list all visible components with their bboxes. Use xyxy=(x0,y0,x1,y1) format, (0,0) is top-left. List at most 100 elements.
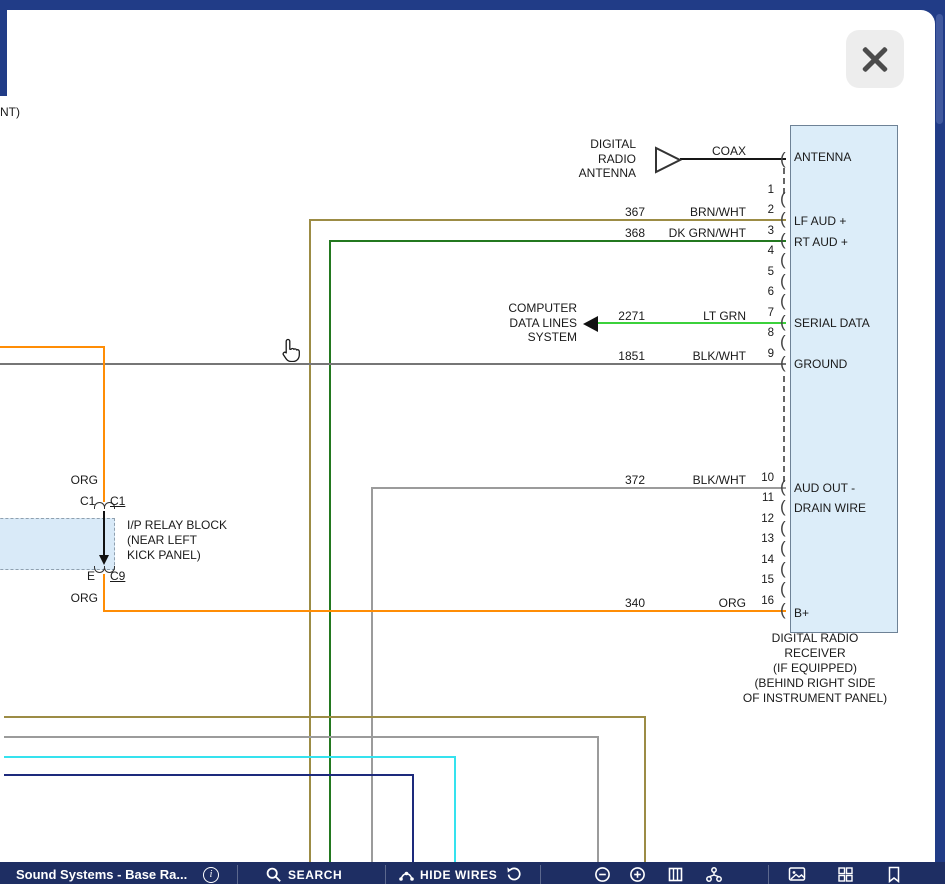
pin-socket-icon: ( xyxy=(780,497,786,517)
wire-367-number: 367 xyxy=(600,205,645,219)
pin-number: 10 xyxy=(754,472,774,484)
wire-1851-number: 1851 xyxy=(600,349,645,363)
pin-number: 2 xyxy=(754,204,774,216)
wire-coax-label: COAX xyxy=(700,144,746,158)
toolbar-divider xyxy=(768,865,769,884)
digital-radio-receiver-block xyxy=(790,125,898,633)
pin-socket-icon: ( xyxy=(780,312,786,332)
connector-continuation-dash xyxy=(783,376,785,482)
wire-gray-lower-vertical[interactable] xyxy=(597,736,599,862)
pin-number: 11 xyxy=(754,492,774,504)
c1-connector-link[interactable]: C1 xyxy=(110,494,125,508)
pin-number: 4 xyxy=(754,245,774,257)
relay-internal-wire xyxy=(103,511,105,556)
wire-367-code: BRN/WHT xyxy=(680,205,746,219)
wire-367-brn-wht-vertical[interactable] xyxy=(309,219,311,862)
wire-tan-lower[interactable] xyxy=(4,716,646,718)
pin-label-antenna: ANTENNA xyxy=(794,150,851,164)
layers-icon[interactable] xyxy=(837,866,854,883)
wire-gray-lower[interactable] xyxy=(4,736,599,738)
wire-372-blk-wht[interactable] xyxy=(371,487,786,489)
pin-socket-icon: ( xyxy=(780,209,786,229)
hide-wires-icon[interactable] xyxy=(398,867,415,883)
pin-socket-icon: ( xyxy=(780,291,786,311)
pin-number: 15 xyxy=(754,574,774,586)
wire-org-left[interactable] xyxy=(0,346,105,348)
wire-1851-code: BLK/WHT xyxy=(680,349,746,363)
image-icon[interactable] xyxy=(788,866,806,882)
zoom-in-icon[interactable] xyxy=(629,866,646,883)
pin-socket-icon: ( xyxy=(780,271,786,291)
pin-socket-icon: ( xyxy=(780,600,786,620)
pin-number: 6 xyxy=(754,286,774,298)
wire-372-number: 372 xyxy=(600,473,645,487)
wire-368-dk-grn-wht-vertical[interactable] xyxy=(329,240,331,862)
antenna-symbol-icon xyxy=(654,146,682,174)
pin-label-rt-aud: RT AUD + xyxy=(794,235,848,249)
wire-navy-lower-vertical[interactable] xyxy=(412,774,414,862)
org-label-top: ORG xyxy=(58,473,98,487)
wire-org-lower-vertical[interactable] xyxy=(103,574,105,612)
digital-radio-antenna-label: DIGITAL RADIO ANTENNA xyxy=(560,137,636,181)
pin-number: 16 xyxy=(754,595,774,607)
wire-cyan-lower[interactable] xyxy=(4,756,456,758)
pin-number: 7 xyxy=(754,307,774,319)
pin-number: 1 xyxy=(754,184,774,196)
wire-368-code: DK GRN/WHT xyxy=(660,226,746,240)
zoom-out-icon[interactable] xyxy=(594,866,611,883)
close-button[interactable] xyxy=(846,30,904,88)
window-edge xyxy=(0,10,7,96)
info-icon[interactable] xyxy=(203,867,219,883)
wire-2271-code: LT GRN xyxy=(680,309,746,323)
pin-number: 8 xyxy=(754,327,774,339)
wire-navy-lower[interactable] xyxy=(4,774,414,776)
undo-icon[interactable] xyxy=(506,866,522,882)
clipped-label: NT) xyxy=(0,105,20,119)
wire-340-code: ORG xyxy=(680,596,746,610)
wire-org-upper-vertical[interactable] xyxy=(103,346,105,502)
pin-label-aud-out: AUD OUT - xyxy=(794,481,855,495)
toolbar-divider xyxy=(237,865,238,884)
pin-socket-icon: ( xyxy=(780,353,786,373)
pin-label-drain-wire: DRAIN WIRE xyxy=(794,501,866,515)
wire-2271-number: 2271 xyxy=(600,309,645,323)
wire-340-org[interactable] xyxy=(103,610,786,612)
pin-socket-icon: ( xyxy=(780,538,786,558)
export-icon[interactable] xyxy=(705,866,723,883)
wire-368-dk-grn-wht[interactable] xyxy=(329,240,786,242)
wire-367-brn-wht[interactable] xyxy=(309,219,786,221)
pin-label-serial-data: SERIAL DATA xyxy=(794,316,870,330)
computer-data-lines-label: COMPUTER DATA LINES SYSTEM xyxy=(490,301,577,345)
pin-number: 13 xyxy=(754,533,774,545)
search-button[interactable]: SEARCH xyxy=(288,868,342,882)
receiver-caption: DIGITAL RADIO RECEIVER (IF EQUIPPED) (BE… xyxy=(735,631,895,706)
wire-368-number: 368 xyxy=(600,226,645,240)
e-pin-label: E xyxy=(74,569,95,583)
pin-label-lf-aud: LF AUD + xyxy=(794,214,846,228)
wire-coax[interactable] xyxy=(680,158,786,160)
toolbar-divider xyxy=(540,865,541,884)
ip-relay-block xyxy=(0,518,115,570)
relay-arrow-icon xyxy=(99,555,109,565)
bookmark-icon[interactable] xyxy=(887,866,901,883)
search-icon[interactable] xyxy=(266,867,282,883)
hide-wires-button[interactable]: HIDE WIRES xyxy=(420,868,497,882)
pin-socket-icon: ( xyxy=(780,332,786,352)
wire-372-blk-wht-vertical[interactable] xyxy=(371,487,373,862)
wire-tan-lower-vertical[interactable] xyxy=(644,716,646,862)
pin-socket-icon: ( xyxy=(780,477,786,497)
fit-screen-icon[interactable] xyxy=(667,866,684,883)
wire-1851-blk-wht[interactable] xyxy=(0,363,786,365)
pin-number: 3 xyxy=(754,225,774,237)
pin-number: 5 xyxy=(754,266,774,278)
wire-cyan-lower-vertical[interactable] xyxy=(454,756,456,862)
ip-relay-block-label: I/P RELAY BLOCK (NEAR LEFT KICK PANEL) xyxy=(127,518,227,563)
pin-socket-icon: ( xyxy=(780,230,786,250)
pin-number: 9 xyxy=(754,348,774,360)
scrollbar-thumb[interactable] xyxy=(936,14,943,124)
pin-socket-icon: ( xyxy=(780,579,786,599)
c9-connector-link[interactable]: C9 xyxy=(110,569,125,583)
pin-label-b-plus: B+ xyxy=(794,606,809,620)
viewer-window: NT) ( ( ( ( ( ( ( ( ( ( ( ( ( ( ( ( ( 1 … xyxy=(0,0,945,884)
diagram-title: Sound Systems - Base Ra... xyxy=(16,867,187,882)
